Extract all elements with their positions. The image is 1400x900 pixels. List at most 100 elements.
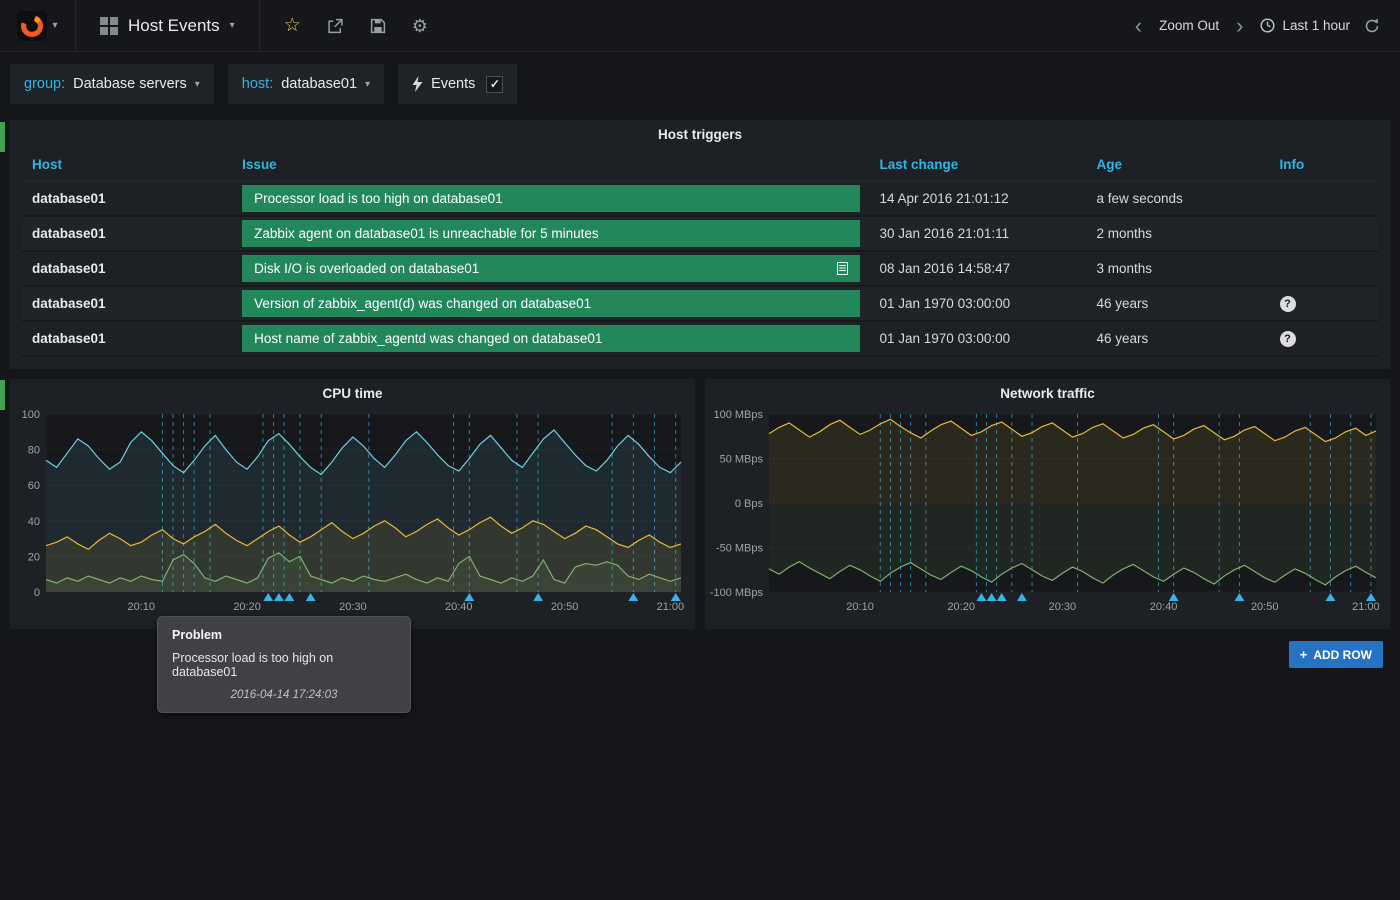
time-controls: ‹ Zoom Out › Last 1 hour bbox=[1132, 0, 1400, 51]
trigger-info-cell bbox=[1270, 251, 1379, 286]
svg-text:80: 80 bbox=[28, 445, 40, 457]
chevron-down-icon: ▾ bbox=[52, 20, 57, 31]
cpu-time-panel: CPU time 02040608010020:1020:2020:3020:4… bbox=[10, 379, 695, 629]
column-header-host[interactable]: Host bbox=[22, 149, 232, 181]
svg-text:21:00: 21:00 bbox=[1352, 601, 1380, 613]
events-checkbox[interactable]: ✓ bbox=[486, 76, 503, 93]
trigger-issue-text: Zabbix agent on database01 is unreachabl… bbox=[254, 226, 598, 241]
triggers-table: HostIssueLast changeAgeInfo database01 Pr… bbox=[22, 149, 1378, 357]
trigger-row: database01Host name of zabbix_agentd was… bbox=[22, 321, 1378, 356]
column-header-issue[interactable]: Issue bbox=[232, 149, 869, 181]
variable-value: database01 bbox=[281, 76, 357, 92]
tooltip-title: Problem bbox=[172, 628, 396, 642]
panel-title[interactable]: CPU time bbox=[10, 379, 695, 406]
trigger-row: database01 Disk I/O is overloaded on data… bbox=[22, 251, 1378, 286]
trigger-age: a few seconds bbox=[1086, 181, 1269, 216]
dashboard-title-menu[interactable]: Host Events ▾ bbox=[76, 0, 260, 51]
annotations-toggle-events[interactable]: Events ✓ bbox=[398, 64, 517, 104]
trigger-host: database01 bbox=[22, 181, 232, 216]
dashboard-row-graphs: CPU time 02040608010020:1020:2020:3020:4… bbox=[10, 379, 1390, 629]
triggers-table-header-row: HostIssueLast changeAgeInfo bbox=[22, 149, 1378, 181]
tooltip-time: 2016-04-14 17:24:03 bbox=[172, 689, 396, 701]
time-shift-right-button[interactable]: › bbox=[1233, 15, 1246, 37]
submenu: group: Database servers ▾ host: database… bbox=[0, 52, 1400, 120]
chevron-down-icon: ▾ bbox=[365, 79, 370, 90]
dashboard-grid-icon bbox=[100, 17, 118, 35]
network-traffic-graph[interactable]: 100 MBps50 MBps0 Bps-50 MBps-100 MBps20:… bbox=[705, 406, 1390, 618]
column-header-last-change[interactable]: Last change bbox=[870, 149, 1087, 181]
trigger-issue-badge[interactable]: Version of zabbix_agent(d) was changed o… bbox=[242, 290, 859, 317]
refresh-icon bbox=[1364, 18, 1380, 34]
gear-icon: ⚙ bbox=[412, 17, 428, 35]
column-header-info[interactable]: Info bbox=[1270, 149, 1379, 181]
trigger-issue-cell: Host name of zabbix_agentd was changed o… bbox=[232, 321, 869, 356]
dashboard-settings-button[interactable]: ⚙ bbox=[412, 17, 428, 35]
row-menu-handle[interactable] bbox=[0, 380, 5, 410]
time-range-picker[interactable]: Last 1 hour bbox=[1260, 18, 1350, 33]
network-traffic-panel: Network traffic 100 MBps50 MBps0 Bps-50 … bbox=[705, 379, 1390, 629]
question-circle-icon[interactable]: ? bbox=[1280, 331, 1296, 347]
trigger-last-change: 14 Apr 2016 21:01:12 bbox=[870, 181, 1087, 216]
svg-text:20:20: 20:20 bbox=[233, 601, 261, 613]
variable-label: host: bbox=[242, 76, 273, 92]
trigger-host: database01 bbox=[22, 286, 232, 321]
trigger-issue-badge[interactable]: Processor load is too high on database01 bbox=[242, 185, 859, 212]
trigger-last-change: 30 Jan 2016 21:01:11 bbox=[870, 216, 1087, 251]
trigger-info-cell bbox=[1270, 216, 1379, 251]
trigger-issue-text: Processor load is too high on database01 bbox=[254, 191, 502, 206]
star-dashboard-button[interactable]: ☆ bbox=[284, 16, 301, 35]
trigger-info-cell bbox=[1270, 181, 1379, 216]
annotation-toggle-label: Events bbox=[431, 76, 475, 92]
time-range-label: Last 1 hour bbox=[1282, 18, 1350, 33]
time-shift-left-button[interactable]: ‹ bbox=[1132, 15, 1145, 37]
svg-text:20:10: 20:10 bbox=[846, 601, 874, 613]
host-triggers-panel: Host triggers HostIssueLast changeAgeInf… bbox=[10, 120, 1390, 369]
cpu-time-graph[interactable]: 02040608010020:1020:2020:3020:4020:5021:… bbox=[10, 406, 695, 618]
plus-icon: + bbox=[1300, 647, 1308, 662]
trigger-issue-badge[interactable]: Disk I/O is overloaded on database01 bbox=[242, 255, 859, 282]
annotation-tooltip: Problem Processor load is too high on da… bbox=[157, 616, 411, 713]
grafana-menu-button[interactable]: ▾ bbox=[0, 0, 76, 51]
panel-title[interactable]: Host triggers bbox=[10, 120, 1390, 147]
svg-text:20:10: 20:10 bbox=[127, 601, 155, 613]
trigger-row: database01 Processor load is too high on … bbox=[22, 181, 1378, 216]
question-circle-icon[interactable]: ? bbox=[1280, 296, 1296, 312]
svg-text:20: 20 bbox=[28, 551, 40, 563]
trigger-issue-text: Host name of zabbix_agentd was changed o… bbox=[254, 331, 602, 346]
row-menu-handle[interactable] bbox=[0, 122, 5, 152]
add-row-label: ADD ROW bbox=[1313, 648, 1372, 662]
svg-text:20:40: 20:40 bbox=[1150, 601, 1178, 613]
dashboard-row-triggers: Host triggers HostIssueLast changeAgeInf… bbox=[10, 120, 1390, 369]
svg-text:50 MBps: 50 MBps bbox=[720, 454, 764, 466]
share-icon bbox=[327, 18, 344, 34]
zoom-out-button[interactable]: Zoom Out bbox=[1159, 18, 1219, 33]
dashboard-title: Host Events bbox=[128, 16, 220, 36]
save-dashboard-button[interactable] bbox=[370, 18, 386, 34]
svg-text:20:30: 20:30 bbox=[339, 601, 367, 613]
svg-text:0 Bps: 0 Bps bbox=[735, 498, 764, 510]
panel-title[interactable]: Network traffic bbox=[705, 379, 1390, 406]
trigger-age: 46 years bbox=[1086, 321, 1269, 356]
refresh-button[interactable] bbox=[1364, 18, 1380, 34]
grafana-logo-icon bbox=[17, 11, 47, 41]
trigger-age: 2 months bbox=[1086, 216, 1269, 251]
trigger-last-change: 01 Jan 1970 03:00:00 bbox=[870, 321, 1087, 356]
svg-text:20:50: 20:50 bbox=[1251, 601, 1279, 613]
trigger-issue-badge[interactable]: Host name of zabbix_agentd was changed o… bbox=[242, 325, 859, 352]
variable-dropdown-group[interactable]: group: Database servers ▾ bbox=[10, 64, 214, 104]
trigger-issue-cell: Version of zabbix_agent(d) was changed o… bbox=[232, 286, 869, 321]
trigger-host: database01 bbox=[22, 251, 232, 286]
variable-value: Database servers bbox=[73, 76, 187, 92]
trigger-info-cell: ? bbox=[1270, 321, 1379, 356]
share-dashboard-button[interactable] bbox=[327, 18, 344, 34]
svg-text:-100 MBps: -100 MBps bbox=[710, 587, 764, 599]
add-row-button[interactable]: + ADD ROW bbox=[1289, 641, 1383, 668]
trigger-issue-text: Disk I/O is overloaded on database01 bbox=[254, 261, 479, 276]
trigger-host: database01 bbox=[22, 216, 232, 251]
column-header-age[interactable]: Age bbox=[1086, 149, 1269, 181]
trigger-issue-badge[interactable]: Zabbix agent on database01 is unreachabl… bbox=[242, 220, 859, 247]
variable-dropdown-host[interactable]: host: database01 ▾ bbox=[228, 64, 384, 104]
variable-label: group: bbox=[24, 76, 65, 92]
svg-text:-50 MBps: -50 MBps bbox=[716, 543, 764, 555]
svg-text:20:50: 20:50 bbox=[551, 601, 579, 613]
